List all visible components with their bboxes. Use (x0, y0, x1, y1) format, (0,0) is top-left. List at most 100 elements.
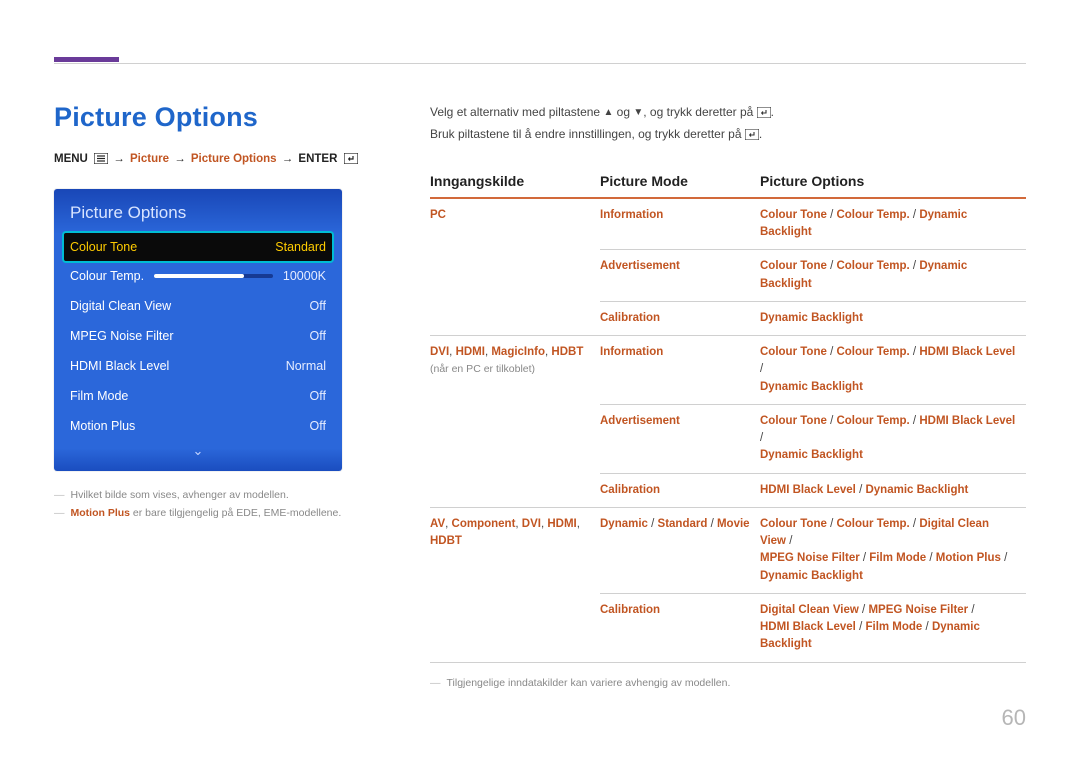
table-cell-options: Dynamic Backlight (760, 301, 1026, 335)
table-cell-mode: Dynamic / Standard / Movie (600, 507, 760, 593)
osd-row-4[interactable]: HDMI Black Level Normal (54, 351, 342, 381)
table-text: Colour Tone (760, 209, 827, 221)
table-row: DVI, HDMI, MagicInfo, HDBT(når en PC er … (430, 336, 1026, 405)
table-row: AdvertisementColour Tone / Colour Temp. … (430, 250, 1026, 302)
table-text: Colour Temp. (836, 209, 909, 221)
intro-line1b: og (613, 105, 633, 119)
table-text: MagicInfo (491, 346, 545, 358)
table-cell-source (430, 250, 600, 302)
table-text: Movie (717, 518, 750, 530)
table-text: Calibration (600, 312, 660, 324)
table-text: / (1001, 552, 1007, 564)
table-text: Dynamic (600, 518, 648, 530)
table-text: / (760, 432, 763, 444)
table-cell-options: Colour Tone / Colour Temp. / Digital Cle… (760, 507, 1026, 593)
table-cell-options: Digital Clean View / MPEG Noise Filter /… (760, 593, 1026, 662)
table-text: AV (430, 518, 445, 530)
table-text: Dynamic Backlight (760, 570, 863, 582)
intro-line1c: , og trykk deretter på (643, 105, 756, 119)
table-text: Colour Temp. (836, 260, 909, 272)
osd-row-3[interactable]: MPEG Noise FilterOff (54, 321, 342, 351)
table-cell-source: PC (430, 198, 600, 250)
table-text: Colour Tone (760, 260, 827, 272)
table-text: Colour Temp. (836, 415, 909, 427)
table-text: Information (600, 346, 663, 358)
table-cell-mode: Information (600, 336, 760, 405)
table-cell-mode: Calibration (600, 301, 760, 335)
enter-icon (757, 104, 771, 124)
breadcrumb-picture: Picture (130, 153, 169, 165)
options-table: Inngangskilde Picture Mode Picture Optio… (430, 173, 1026, 663)
osd-row-value: 10000K (283, 269, 326, 283)
breadcrumb-enter: ENTER (298, 153, 337, 165)
osd-row-0[interactable]: Colour ToneStandard (64, 233, 332, 261)
osd-slider[interactable] (154, 274, 273, 278)
table-header-source: Inngangskilde (430, 173, 600, 198)
table-text: HDMI (547, 518, 576, 530)
table-text: DVI (522, 518, 541, 530)
osd-note-1: Hvilket bilde som vises, avhenger av mod… (71, 489, 289, 501)
table-text: Dynamic Backlight (760, 381, 863, 393)
table-text: Dynamic Backlight (760, 312, 863, 324)
table-text: / (648, 518, 658, 530)
table-text: HDMI (456, 346, 485, 358)
osd-row-6[interactable]: Motion PlusOff (54, 411, 342, 441)
table-row: Calibration Dynamic Backlight (430, 301, 1026, 335)
osd-row-label: Film Mode (70, 389, 128, 403)
table-footnote: ―Tilgjengelige inndatakilder kan variere… (430, 677, 1026, 689)
table-text: / (910, 260, 920, 272)
table-cell-source (430, 473, 600, 507)
table-text: Colour Temp. (836, 346, 909, 358)
table-text: Film Mode (865, 621, 922, 633)
osd-row-value: Standard (275, 240, 326, 254)
osd-panel: Picture Options Colour ToneStandardColou… (54, 189, 342, 471)
table-text: Colour Tone (760, 518, 827, 530)
chevron-down-icon[interactable]: ⌄ (54, 441, 342, 459)
osd-row-2[interactable]: Digital Clean ViewOff (54, 291, 342, 321)
table-text: Calibration (600, 484, 660, 496)
table-cell-source (430, 301, 600, 335)
table-text: , (577, 518, 580, 530)
osd-note-2-prefix: Motion Plus (71, 507, 131, 519)
osd-row-value: Off (310, 389, 326, 403)
table-text: / (786, 535, 792, 547)
table-text: Motion Plus (936, 552, 1001, 564)
table-text: / (910, 346, 920, 358)
table-text: Information (600, 209, 663, 221)
table-row: AdvertisementColour Tone / Colour Temp. … (430, 404, 1026, 473)
table-text: HDMI Black Level (760, 484, 856, 496)
table-text: / (910, 518, 920, 530)
table-text: / (910, 415, 920, 427)
osd-note-2-rest: er bare tilgjengelig på EDE, EME-modelle… (130, 507, 341, 519)
table-text: MPEG Noise Filter (760, 552, 860, 564)
table-cell-options: Colour Tone / Colour Temp. / Dynamic Bac… (760, 250, 1026, 302)
osd-notes: ―Hvilket bilde som vises, avhenger av mo… (54, 487, 394, 523)
osd-row-label: HDMI Black Level (70, 359, 169, 373)
table-text: / (926, 552, 936, 564)
table-cell-options: HDMI Black Level / Dynamic Backlight (760, 473, 1026, 507)
osd-row-5[interactable]: Film Mode Off (54, 381, 342, 411)
table-text: Colour Tone (760, 346, 827, 358)
table-text: HDBT (551, 346, 583, 358)
osd-row-value: Off (310, 299, 326, 313)
osd-row-value: Off (310, 419, 326, 433)
table-cell-mode: Calibration (600, 473, 760, 507)
table-text: HDMI Black Level (760, 621, 856, 633)
table-cell-options: Colour Tone / Colour Temp. / HDMI Black … (760, 336, 1026, 405)
intro-text: Velg et alternativ med piltastene ▲ og ▼… (430, 102, 1026, 147)
table-cell-source (430, 593, 600, 662)
table-cell-source: AV, Component, DVI, HDMI, HDBT (430, 507, 600, 593)
table-cell-mode: Advertisement (600, 404, 760, 473)
table-text: Component (452, 518, 516, 530)
table-row: AV, Component, DVI, HDMI, HDBTDynamic / … (430, 507, 1026, 593)
page-title: Picture Options (54, 102, 394, 133)
table-text: / (968, 604, 974, 616)
table-text: HDMI Black Level (919, 415, 1015, 427)
breadcrumb-picture-options: Picture Options (191, 153, 277, 165)
osd-row-1[interactable]: Colour Temp.10000K (54, 261, 342, 291)
breadcrumb: MENU → Picture → Picture Options → ENTER (54, 153, 394, 167)
table-text: DVI (430, 346, 449, 358)
osd-row-value: Normal (286, 359, 326, 373)
table-cell-source: DVI, HDMI, MagicInfo, HDBT(når en PC er … (430, 336, 600, 405)
osd-row-value: Off (310, 329, 326, 343)
